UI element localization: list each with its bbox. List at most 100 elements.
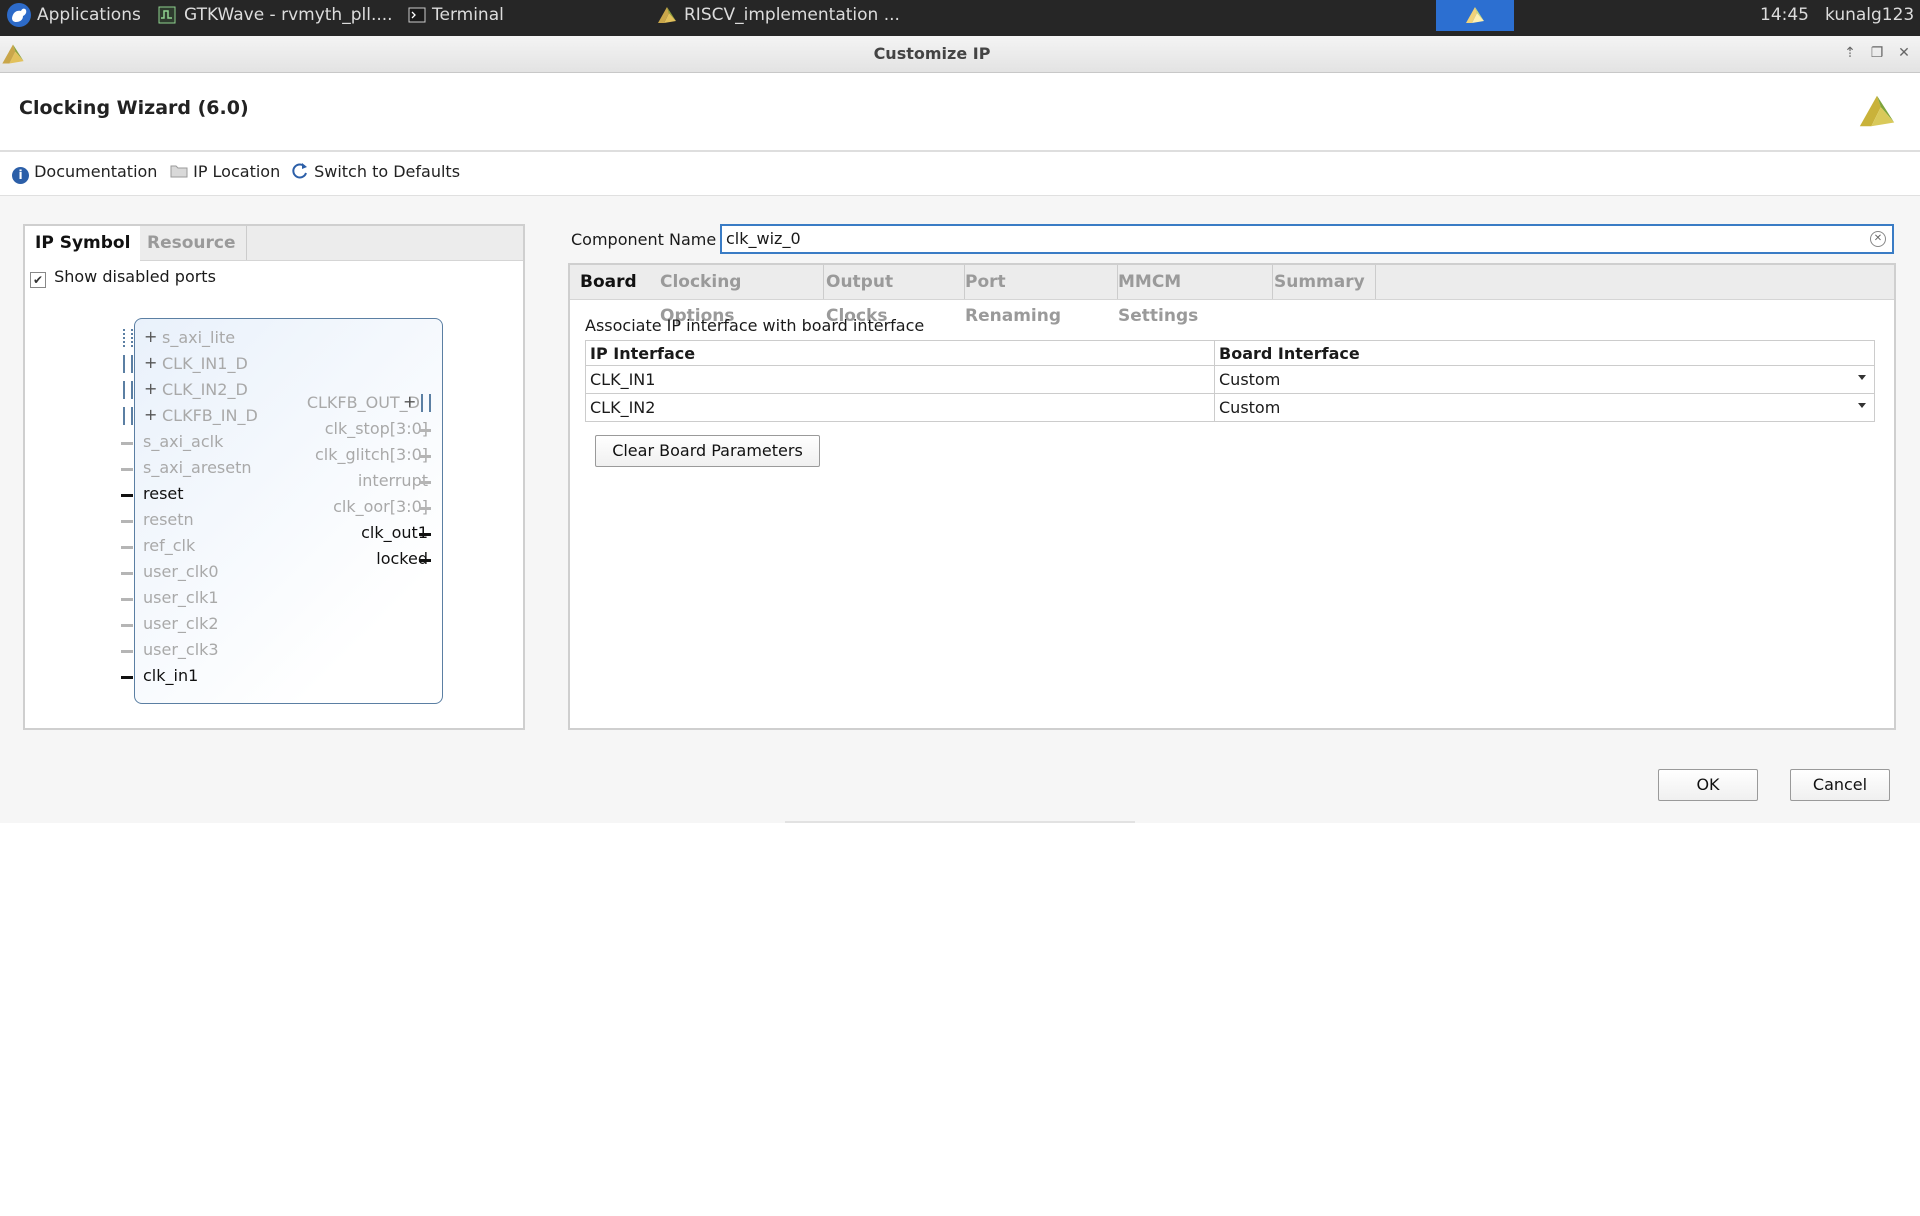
expand-plus-icon[interactable]: +	[403, 392, 416, 411]
gtkwave-icon	[158, 6, 176, 24]
component-name-label: Component Name	[571, 230, 717, 249]
expand-plus-icon[interactable]: +	[144, 405, 157, 424]
pin-icon	[419, 507, 431, 510]
cancel-button[interactable]: Cancel	[1790, 769, 1890, 801]
pin-icon	[419, 429, 431, 432]
board-interface-select[interactable]: Custom	[1214, 393, 1875, 422]
pin-icon	[121, 676, 133, 679]
associate-text: Associate IP interface with board interf…	[585, 316, 925, 335]
expand-plus-icon[interactable]: +	[144, 327, 157, 346]
user-name[interactable]: kunalg123	[1825, 0, 1914, 30]
resize-grip[interactable]	[785, 821, 1135, 823]
port-user-clk2: user_clk2	[143, 614, 219, 633]
task-vivado-active[interactable]	[1436, 0, 1514, 31]
switch-to-defaults-button[interactable]: Switch to Defaults	[291, 162, 460, 181]
bus-pin-icon	[123, 329, 133, 347]
port-user-clk1: user_clk1	[143, 588, 219, 607]
port-user-clk3: user_clk3	[143, 640, 219, 659]
tab-output-clocks[interactable]: Output Clocks	[816, 265, 965, 326]
tab-summary[interactable]: Summary	[1264, 265, 1376, 299]
dropdown-arrow-icon[interactable]	[1858, 375, 1866, 380]
config-area: Component Name clk_wiz_0 ✕ Board Clockin…	[568, 224, 1896, 730]
documentation-button[interactable]: i Documentation	[12, 162, 157, 184]
column-ip-interface: IP Interface	[585, 340, 1215, 366]
dialog-toolbar: i Documentation IP Location Switch to De…	[0, 152, 1920, 196]
bus-pin-icon	[123, 381, 133, 399]
tab-clocking-options[interactable]: Clocking Options	[650, 265, 824, 326]
vivado-icon	[1466, 7, 1484, 23]
table-header-row: IP Interface Board Interface	[585, 340, 1875, 366]
restore-icon[interactable]: ❐	[1868, 44, 1886, 62]
pin-icon	[121, 520, 133, 523]
ip-location-button[interactable]: IP Location	[170, 162, 280, 181]
component-name-input[interactable]: clk_wiz_0 ✕	[720, 224, 1894, 254]
clock[interactable]: 14:45	[1760, 0, 1809, 30]
applications-label: Applications	[37, 5, 141, 25]
port-reset: reset	[143, 484, 184, 503]
task-riscv-label: RISCV_implementation ...	[684, 5, 900, 25]
row-ip-interface: CLK_IN2	[585, 393, 1215, 422]
bus-pin-icon	[123, 407, 133, 425]
tab-resource[interactable]: Resource	[137, 226, 247, 260]
column-board-interface: Board Interface	[1214, 340, 1875, 366]
port-user-clk0: user_clk0	[143, 562, 219, 581]
show-disabled-ports-checkbox[interactable]: ✔ Show disabled ports	[30, 267, 216, 288]
port-interrupt: interrupt	[357, 471, 428, 490]
pin-icon	[121, 494, 133, 497]
pin-icon	[121, 572, 133, 575]
expand-plus-icon[interactable]: +	[144, 379, 157, 398]
expand-plus-icon[interactable]: +	[144, 353, 157, 372]
tab-mmcm-settings[interactable]: MMCM Settings	[1108, 265, 1273, 326]
port-clk-glitch-3-0-: clk_glitch[3:0]	[315, 445, 428, 464]
component-name-value: clk_wiz_0	[726, 229, 801, 248]
port-clk-in1: clk_in1	[143, 666, 199, 685]
board-interface-select[interactable]: Custom	[1214, 365, 1875, 394]
task-terminal-label: Terminal	[432, 5, 504, 25]
board-interface-value: Custom	[1219, 398, 1281, 417]
xfce-mouse-icon	[7, 3, 31, 27]
pin-icon	[121, 598, 133, 601]
task-gtkwave-label: GTKWave - rvmyth_pll....	[184, 5, 393, 25]
port-s-axi-aclk: s_axi_aclk	[143, 432, 224, 451]
tab-ip-symbol[interactable]: IP Symbol	[25, 226, 141, 261]
board-interface-value: Custom	[1219, 370, 1281, 389]
table-row: CLK_IN1 Custom	[585, 365, 1875, 394]
table-row: CLK_IN2 Custom	[585, 393, 1875, 422]
refresh-icon	[292, 163, 307, 179]
port-clk-oor-3-0-: clk_oor[3:0]	[333, 497, 428, 516]
port-clk-in1-d: CLK_IN1_D	[162, 354, 248, 373]
clear-board-parameters-button[interactable]: Clear Board Parameters	[595, 435, 820, 467]
maximize-up-icon[interactable]: ⇡	[1841, 44, 1859, 62]
port-clk-out1: clk_out1	[361, 523, 428, 542]
clear-input-icon[interactable]: ✕	[1870, 231, 1886, 247]
tab-port-renaming[interactable]: Port Renaming	[955, 265, 1118, 326]
customize-ip-dialog: Clocking Wizard (6.0) i Documentation IP…	[0, 73, 1920, 823]
board-interface-table: IP Interface Board Interface CLK_IN1 Cus…	[585, 340, 1875, 422]
pin-icon	[419, 533, 431, 536]
port-clkfb-in-d: CLKFB_IN_D	[162, 406, 258, 425]
port-s-axi-lite: s_axi_lite	[162, 328, 236, 347]
taskbar: Applications GTKWave - rvmyth_pll.... Te…	[0, 0, 1920, 36]
pin-icon	[121, 546, 133, 549]
vivado-icon	[658, 7, 676, 23]
pin-icon	[121, 442, 133, 445]
terminal-icon	[408, 7, 426, 23]
bus-pin-icon	[421, 394, 431, 412]
documentation-label: Documentation	[34, 162, 158, 181]
window-titlebar[interactable]: Customize IP ⇡ ❐ ✕	[0, 36, 1920, 73]
ip-location-label: IP Location	[193, 162, 281, 181]
dialog-header-title: Clocking Wizard (6.0)	[19, 97, 249, 119]
port-s-axi-aresetn: s_axi_aresetn	[143, 458, 252, 477]
show-disabled-ports-label: Show disabled ports	[54, 267, 216, 286]
folder-icon	[170, 165, 188, 178]
close-icon[interactable]: ✕	[1895, 44, 1913, 62]
dialog-header: Clocking Wizard (6.0)	[0, 73, 1920, 152]
tab-board[interactable]: Board	[570, 265, 658, 299]
ok-button[interactable]: OK	[1658, 769, 1758, 801]
pin-icon	[419, 455, 431, 458]
switch-to-defaults-label: Switch to Defaults	[314, 162, 461, 181]
dropdown-arrow-icon[interactable]	[1858, 403, 1866, 408]
port-clk-in2-d: CLK_IN2_D	[162, 380, 248, 399]
xilinx-logo-icon	[1859, 95, 1895, 127]
checkbox-checked-icon: ✔	[30, 272, 46, 288]
